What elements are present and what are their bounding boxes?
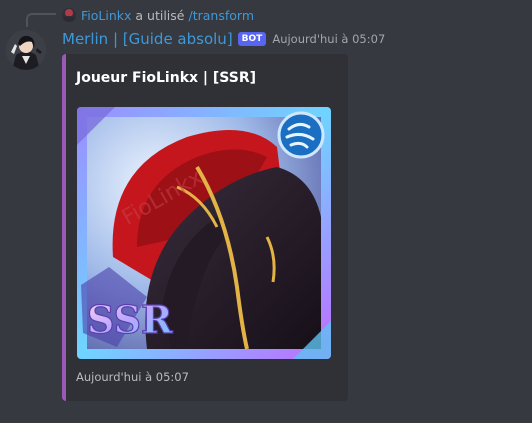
embed-title: Joueur FioLinkx | [SSR] [76, 70, 257, 86]
reply-username[interactable]: FioLinkx [81, 8, 131, 23]
message-timestamp[interactable]: Aujourd'hui à 05:07 [272, 32, 385, 46]
rarity-label: SSR [87, 297, 173, 342]
command-reference[interactable]: FioLinkx a utilisé /transform [62, 6, 254, 24]
reply-command[interactable]: /transform [189, 8, 255, 23]
bot-badge: BOT [237, 32, 267, 46]
author-avatar[interactable] [6, 30, 46, 70]
reply-action-text: a utilisé [135, 7, 185, 23]
author-name[interactable]: Merlin | [Guide absolu] [62, 30, 233, 48]
chat-message: FioLinkx a utilisé /transform Merlin | [… [0, 0, 532, 423]
embed-image[interactable]: FioLinkx SSR [77, 107, 331, 359]
wind-icon [277, 111, 325, 159]
reply-avatar[interactable] [62, 8, 76, 22]
embed: Joueur FioLinkx | [SSR] FioLinkx SSR Auj… [62, 54, 348, 401]
embed-footer: Aujourd'hui à 05:07 [76, 370, 189, 384]
message-header: Merlin | [Guide absolu] BOT Aujourd'hui … [62, 29, 385, 49]
reply-spine [26, 13, 56, 27]
